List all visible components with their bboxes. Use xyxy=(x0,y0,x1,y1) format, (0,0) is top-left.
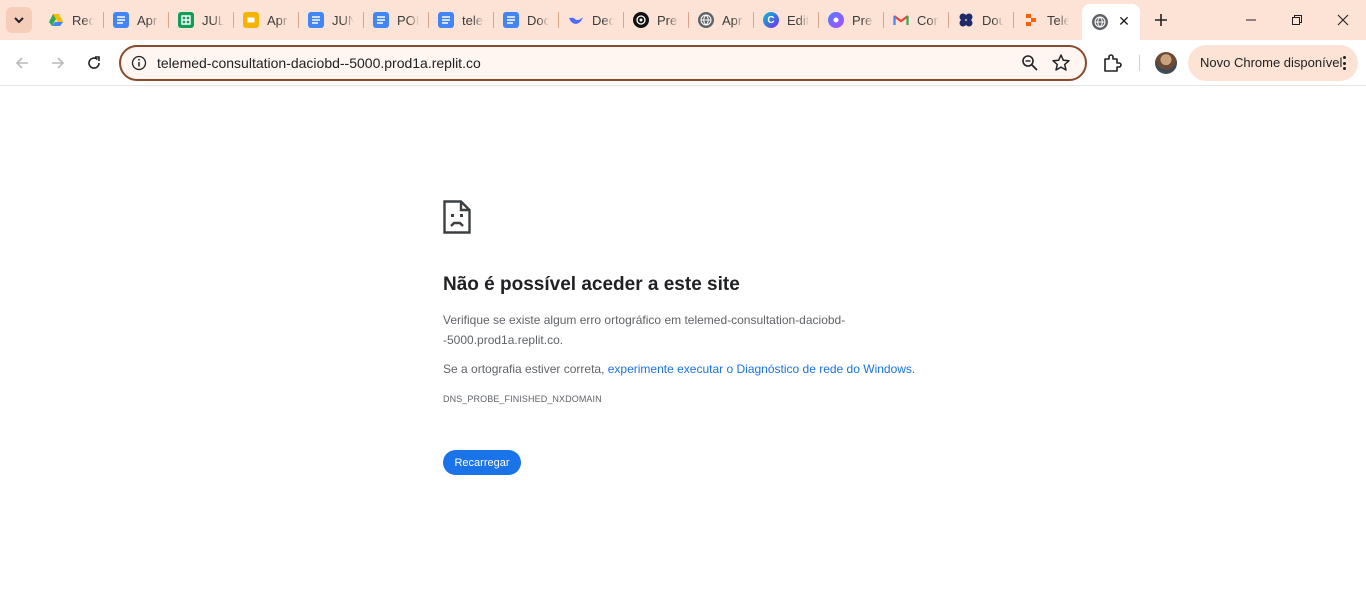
tab-title: JUL xyxy=(202,12,224,28)
restore-button[interactable] xyxy=(1274,0,1320,40)
close-window-button[interactable] xyxy=(1320,0,1366,40)
minimize-icon xyxy=(1246,19,1256,21)
tab-15[interactable]: Dou xyxy=(948,4,1013,36)
deepseek-icon xyxy=(568,12,584,28)
tab-13[interactable]: Pre xyxy=(818,4,883,36)
google-drive-icon xyxy=(48,12,64,28)
gmail-icon xyxy=(893,12,909,28)
google-docs-icon xyxy=(438,12,454,28)
tab-title: POI xyxy=(397,12,419,28)
address-bar[interactable]: telemed-consultation-daciobd--5000.prod1… xyxy=(119,45,1087,81)
new-tab-button[interactable] xyxy=(1150,9,1172,31)
tab-title: Rec xyxy=(72,12,94,28)
tab-title: Dou xyxy=(982,12,1004,28)
tab-11[interactable]: Apr xyxy=(688,4,753,36)
google-docs-icon xyxy=(373,12,389,28)
bookmark-star-icon[interactable] xyxy=(1051,53,1071,73)
tab-9[interactable]: Dec xyxy=(558,4,623,36)
site-info-icon[interactable] xyxy=(130,54,148,72)
forward-button[interactable] xyxy=(44,49,72,77)
reload-icon xyxy=(88,56,100,69)
google-sheets-icon xyxy=(178,12,194,28)
error-suggestion-diagnostics: Se a ortografia estiver correta, experim… xyxy=(443,359,915,379)
tab-title: Edit xyxy=(787,12,809,28)
tab-title: tele xyxy=(462,12,483,28)
toolbar: telemed-consultation-daciobd--5000.prod1… xyxy=(0,40,1366,86)
arrow-left-icon xyxy=(15,57,28,69)
replit-icon xyxy=(1023,12,1039,28)
arrow-right-icon xyxy=(52,57,65,69)
canva-icon: C xyxy=(763,12,779,28)
tab-title: Doc xyxy=(527,12,549,28)
tab-3[interactable]: JUL xyxy=(168,4,233,36)
error-suggestion-spelling: Verifique se existe algum erro ortográfi… xyxy=(443,313,846,347)
chatgpt-icon xyxy=(633,12,649,28)
tab-6[interactable]: POI xyxy=(363,4,428,36)
avatar[interactable] xyxy=(1155,52,1177,74)
tab-10[interactable]: Pre xyxy=(623,4,688,36)
tab-16[interactable]: Tele xyxy=(1013,4,1078,36)
tab-title: Con xyxy=(917,12,939,28)
reload-button[interactable] xyxy=(80,49,108,77)
google-slides-icon xyxy=(243,12,259,28)
diagnostics-suffix: . xyxy=(911,362,916,376)
google-docs-icon xyxy=(503,12,519,28)
update-label: Novo Chrome disponível xyxy=(1200,55,1343,70)
tab-title: Apr xyxy=(722,12,743,28)
google-docs-icon xyxy=(308,12,324,28)
tab-title: Pre xyxy=(657,12,678,28)
error-title: Não é possível aceder a este site xyxy=(443,274,740,295)
globe-icon xyxy=(1092,14,1108,30)
sad-page-icon xyxy=(443,200,471,234)
plus-icon xyxy=(1155,14,1167,26)
tab-title: Apr xyxy=(137,12,158,28)
tab-active[interactable]: ✕ xyxy=(1082,4,1140,40)
close-icon xyxy=(1337,14,1349,26)
tab-title: Dec xyxy=(592,12,614,28)
tab-search-button[interactable] xyxy=(6,7,32,33)
tab-14[interactable]: Con xyxy=(883,4,948,36)
tab-8[interactable]: Doc xyxy=(493,4,558,36)
tab-strip: Rec Apr JUL Apr JUN POI tele Doc Dec Pre… xyxy=(0,0,1366,40)
extensions-puzzle-icon[interactable] xyxy=(1101,52,1123,74)
google-docs-icon xyxy=(113,12,129,28)
chevron-down-icon xyxy=(14,17,24,24)
diagnostics-prefix: Se a ortografia estiver correta, xyxy=(443,362,608,376)
minimize-button[interactable] xyxy=(1228,0,1274,40)
globe-icon xyxy=(698,12,714,28)
reload-page-button[interactable]: Recarregar xyxy=(443,450,521,475)
zoom-icon[interactable] xyxy=(1021,54,1039,72)
tab-title: JUN xyxy=(332,12,354,28)
close-tab-icon[interactable]: ✕ xyxy=(1116,13,1132,29)
url-text[interactable]: telemed-consultation-daciobd--5000.prod1… xyxy=(157,55,481,71)
chrome-update-button[interactable]: Novo Chrome disponível xyxy=(1188,45,1358,81)
restore-icon xyxy=(1292,15,1302,25)
tab-1[interactable]: Rec xyxy=(38,4,103,36)
error-code: DNS_PROBE_FINISHED_NXDOMAIN xyxy=(443,394,602,404)
back-button[interactable] xyxy=(8,49,36,77)
tab-title: Pre xyxy=(852,12,873,28)
tab-12[interactable]: C Edit xyxy=(753,4,818,36)
tab-title: Tele xyxy=(1047,12,1069,28)
tab-2[interactable]: Apr xyxy=(103,4,168,36)
tab-5[interactable]: JUN xyxy=(298,4,363,36)
error-page: Não é possível aceder a este site Verifi… xyxy=(0,87,1366,609)
more-menu-icon[interactable] xyxy=(1338,53,1350,73)
meta-ai-icon xyxy=(828,12,844,28)
network-diagnostics-link[interactable]: experimente executar o Diagnóstico de re… xyxy=(608,362,912,376)
tulip-icon xyxy=(958,12,974,28)
toolbar-divider xyxy=(1139,55,1140,71)
tab-7[interactable]: tele xyxy=(428,4,493,36)
tab-title: Apr xyxy=(267,12,288,28)
tab-4[interactable]: Apr xyxy=(233,4,298,36)
